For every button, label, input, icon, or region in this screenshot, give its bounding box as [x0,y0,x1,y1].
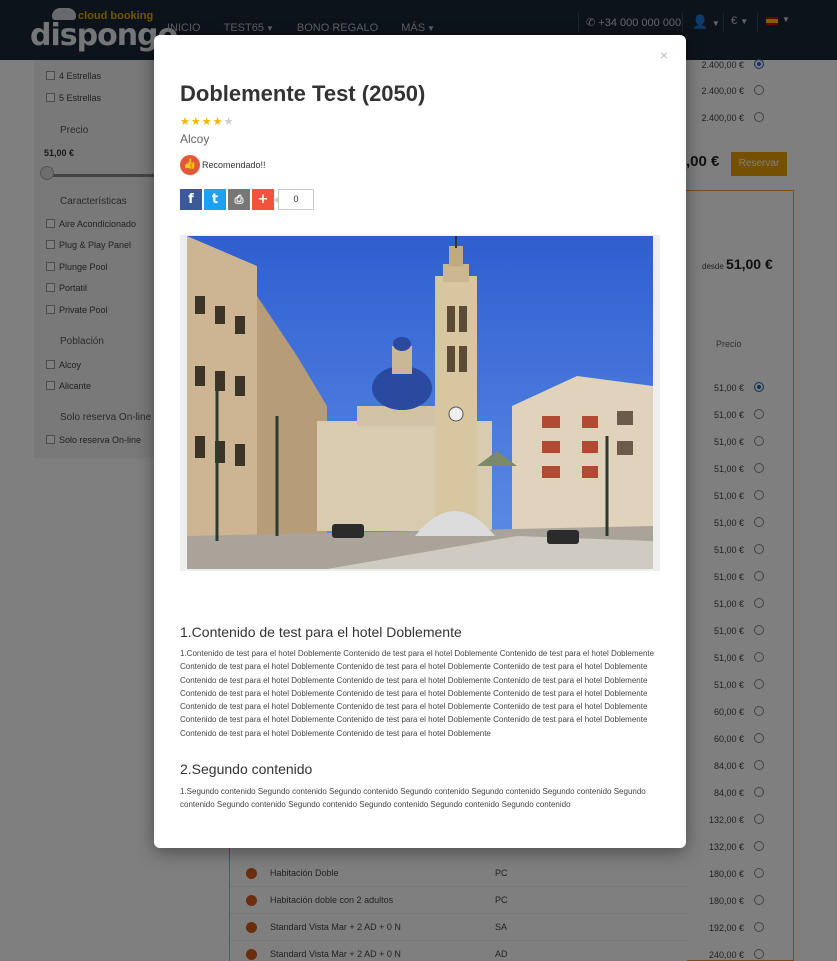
facebook-share-button[interactable]: f [180,189,202,210]
close-button[interactable]: × [660,47,668,63]
star-icon: ★ [180,116,191,128]
star-icon: ★ [190,116,202,128]
twitter-share-button[interactable]: t [204,189,226,210]
hotel-photo-frame [180,235,660,571]
thumbs-up-icon: 👍 [180,155,200,175]
print-button[interactable]: ⎙ [228,189,250,210]
section-1-title: 1.Contenido de test para el hotel Doblem… [180,624,462,640]
star-rating: ★★★★★ [180,115,234,128]
hotel-photo[interactable] [187,236,653,569]
star-empty-icon: ★ [223,116,235,128]
hotel-city: Alcoy [180,132,210,146]
twitter-icon: t [211,192,219,207]
print-icon: ⎙ [234,193,244,206]
section-2-text: 1.Segundo contenido Segundo contenido Se… [180,787,646,810]
section-2-title: 2.Segundo contenido [180,761,313,777]
facebook-icon: f [188,192,194,207]
star-icon: ★ [201,116,213,128]
hotel-title: Doblemente Test (2050) [180,81,426,106]
section-1-text: 1.Contenido de test para el hotel Doblem… [180,649,655,738]
hotel-detail-modal: × Doblemente Test (2050) ★★★★★ Alcoy 👍 Re… [154,35,686,848]
more-share-button[interactable]: + [252,189,274,210]
hotel-photo-image [187,236,653,569]
recommended-label: Recomendado!! [202,160,266,170]
star-icon: ★ [212,116,224,128]
recommended-badge: 👍 Recomendado!! [180,155,266,175]
share-count: 0 [274,189,314,210]
plus-icon: + [257,192,269,207]
share-bar: f t ⎙ + 0 [180,189,314,210]
